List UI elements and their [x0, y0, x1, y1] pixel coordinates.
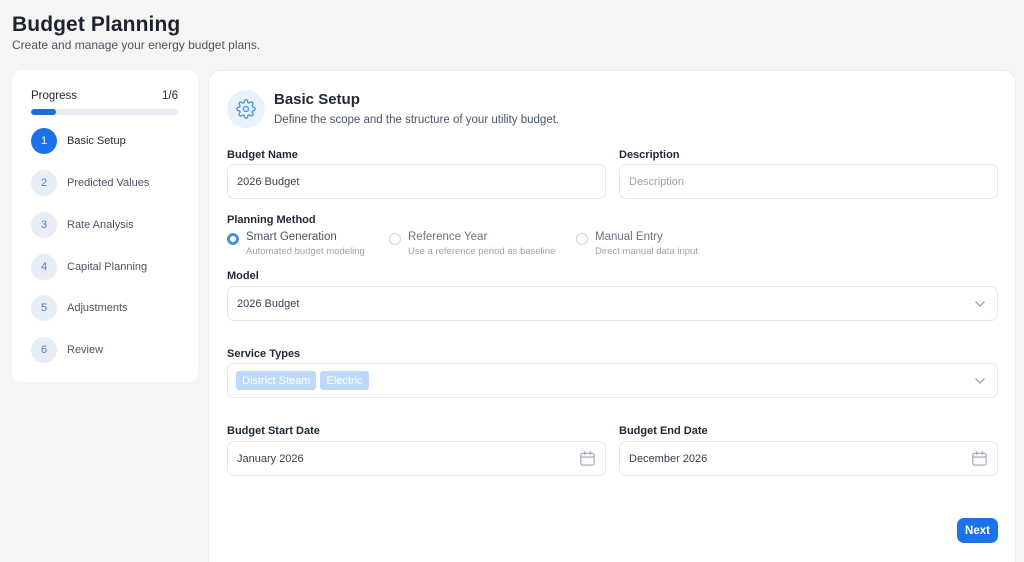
model-select-value: 2026 Budget	[237, 297, 300, 310]
radio-subtitle: Use a reference period as baseline	[408, 246, 556, 257]
step-review[interactable]: 6 Review	[31, 337, 191, 363]
start-date-picker[interactable]: January 2026	[227, 441, 606, 476]
step-number: 1	[31, 128, 57, 154]
step-number: 6	[31, 337, 57, 363]
steps-sidebar: Progress 1/6 1 Basic Setup 2 Predicted V…	[12, 70, 198, 382]
service-type-tag[interactable]: District Steam	[236, 371, 317, 390]
model-label: Model	[227, 270, 259, 282]
chevron-down-icon	[975, 378, 985, 384]
description-input[interactable]	[619, 164, 998, 199]
budget-name-label: Budget Name	[227, 149, 298, 161]
step-capital-planning[interactable]: 4 Capital Planning	[31, 254, 191, 280]
planning-method-smart-generation[interactable]: Smart Generation Automated budget modeli…	[227, 231, 382, 261]
step-basic-setup[interactable]: 1 Basic Setup	[31, 128, 191, 154]
step-adjustments[interactable]: 5 Adjustments	[31, 295, 191, 321]
gear-icon	[227, 90, 265, 128]
step-label: Predicted Values	[67, 177, 150, 189]
step-number: 3	[31, 212, 57, 238]
end-date-label: Budget End Date	[619, 425, 708, 437]
budget-planning-page: Budget Planning Create and manage your e…	[0, 0, 1024, 562]
section-title: Basic Setup	[274, 91, 360, 108]
radio-button[interactable]	[389, 233, 401, 245]
radio-title: Manual Entry	[595, 231, 663, 243]
service-type-tag[interactable]: Electric	[320, 371, 369, 390]
step-number: 5	[31, 295, 57, 321]
step-predicted-values[interactable]: 2 Predicted Values	[31, 170, 191, 196]
calendar-icon[interactable]	[579, 450, 596, 467]
step-number: 4	[31, 254, 57, 280]
radio-button[interactable]	[227, 233, 239, 245]
description-label: Description	[619, 149, 680, 161]
radio-button[interactable]	[576, 233, 588, 245]
planning-method-manual-entry[interactable]: Manual Entry Direct manual data input	[576, 231, 726, 261]
planning-method-reference-year[interactable]: Reference Year Use a reference period as…	[389, 231, 569, 261]
progress-bar	[31, 109, 178, 115]
step-label: Capital Planning	[67, 261, 148, 273]
step-number: 2	[31, 170, 57, 196]
page-subtitle: Create and manage your energy budget pla…	[12, 38, 261, 52]
radio-subtitle: Automated budget modeling	[246, 246, 365, 257]
step-label: Basic Setup	[67, 135, 126, 147]
next-button[interactable]: Next	[957, 518, 998, 543]
step-label: Adjustments	[67, 302, 128, 314]
step-label: Rate Analysis	[67, 219, 134, 231]
chevron-down-icon	[975, 301, 985, 307]
radio-title: Reference Year	[408, 231, 488, 243]
progress-bar-fill	[31, 109, 56, 115]
calendar-icon[interactable]	[971, 450, 988, 467]
section-description: Define the scope and the structure of yo…	[274, 114, 560, 126]
end-date-value: December 2026	[629, 452, 708, 465]
end-date-picker[interactable]: December 2026	[619, 441, 998, 476]
basic-setup-card: Basic Setup Define the scope and the str…	[208, 70, 1016, 562]
progress-label: Progress	[31, 90, 78, 102]
planning-method-label: Planning Method	[227, 214, 316, 226]
progress-count: 1/6	[162, 90, 178, 102]
budget-name-input[interactable]	[227, 164, 606, 199]
progress-header: Progress 1/6	[31, 90, 178, 102]
page-title: Budget Planning	[12, 13, 181, 36]
service-types-label: Service Types	[227, 348, 301, 360]
step-label: Review	[67, 344, 104, 356]
model-select[interactable]: 2026 Budget	[227, 286, 998, 321]
radio-title: Smart Generation	[246, 231, 337, 243]
start-date-value: January 2026	[237, 452, 304, 465]
service-types-multiselect[interactable]: District Steam Electric	[227, 363, 998, 398]
step-rate-analysis[interactable]: 3 Rate Analysis	[31, 212, 191, 238]
radio-subtitle: Direct manual data input	[595, 246, 698, 257]
start-date-label: Budget Start Date	[227, 425, 320, 437]
